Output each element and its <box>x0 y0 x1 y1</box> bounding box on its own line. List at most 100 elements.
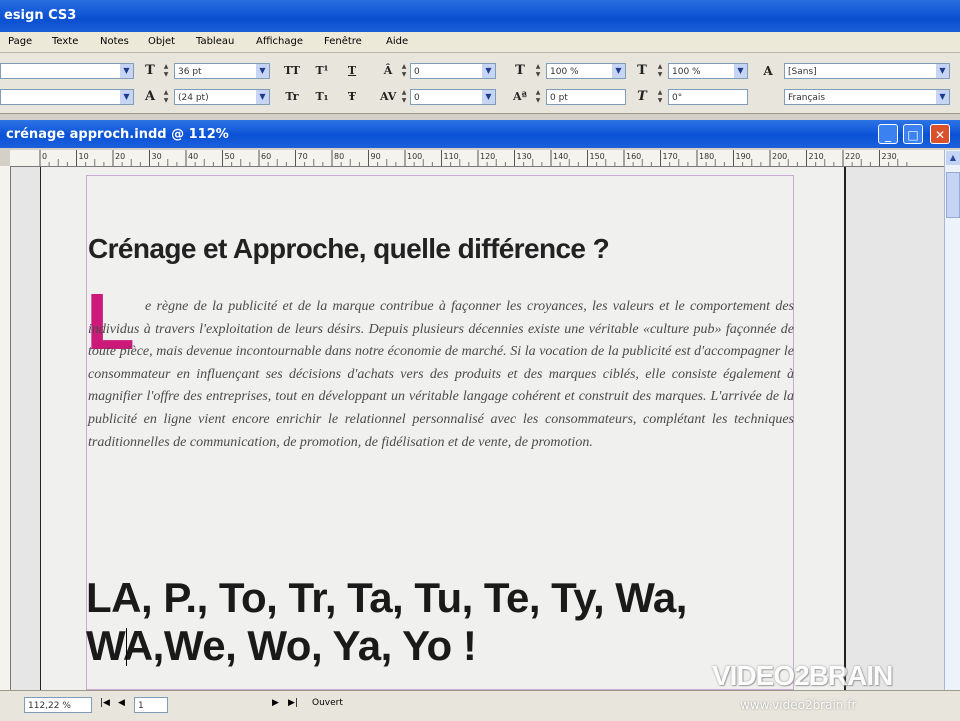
menu-bar: Page Texte Notes Objet Tableau Affichage… <box>0 32 960 53</box>
app-title-bar: esign CS3 <box>0 0 960 32</box>
strikethrough-icon[interactable]: Ŧ <box>344 89 360 105</box>
chevron-down-icon[interactable]: ▼ <box>256 64 269 78</box>
ruler-label: 50 <box>225 152 235 161</box>
ruler-label: 160 <box>626 152 641 161</box>
menu-page[interactable]: Page <box>8 36 32 47</box>
horizontal-ruler[interactable]: 0 10 20 30 40 50 60 70 80 90 100 110 120 130 140 150 160… <box>10 150 945 167</box>
language-value: Français <box>788 93 826 103</box>
tracking-value: 0 <box>414 93 420 103</box>
scroll-up-icon[interactable]: ▲ <box>946 151 960 165</box>
next-page-icon[interactable]: ▶ <box>272 698 279 708</box>
ruler-label: 220 <box>845 152 860 161</box>
subscript-icon[interactable]: T₁ <box>314 89 330 105</box>
first-page-icon[interactable]: |◀ <box>100 698 110 708</box>
kerning-icon: Â <box>383 64 393 77</box>
page-field[interactable]: 1 <box>134 697 168 713</box>
baseline-shift-field[interactable]: 0 pt <box>546 89 626 105</box>
menu-fenetre[interactable]: Fenêtre <box>324 36 362 47</box>
menu-texte[interactable]: Texte <box>52 36 78 47</box>
text-cursor <box>126 628 127 666</box>
spinner-icon[interactable]: ▲ ▼ <box>162 89 170 105</box>
ruler-label: 230 <box>882 152 897 161</box>
ruler-label: 60 <box>261 152 271 161</box>
chevron-down-icon[interactable]: ▼ <box>120 90 133 104</box>
ruler-label: 130 <box>517 152 532 161</box>
underline-icon[interactable]: T <box>344 63 360 79</box>
kerning-sample[interactable]: LA, P., To, Tr, Ta, Tu, Te, Ty, Wa, WA,W… <box>86 574 687 670</box>
ruler-label: 10 <box>79 152 89 161</box>
spinner-icon[interactable]: ▲ ▼ <box>400 63 408 79</box>
ruler-label: 80 <box>334 152 344 161</box>
vertical-scale-value: 100 % <box>550 67 579 77</box>
vertical-ruler[interactable] <box>0 166 11 690</box>
spinner-icon[interactable]: ▲ ▼ <box>656 63 664 79</box>
font-size-icon: T <box>145 63 155 78</box>
leading-field[interactable]: (24 pt) ▼ <box>174 89 270 105</box>
menu-objet[interactable]: Objet <box>148 36 175 47</box>
spinner-icon[interactable]: ▲ ▼ <box>534 63 542 79</box>
document-title: crénage approch.indd @ 112% <box>6 127 229 142</box>
ruler-label: 210 <box>809 152 824 161</box>
superscript-icon[interactable]: T¹ <box>314 63 330 79</box>
maximize-icon[interactable]: □ <box>903 124 923 144</box>
tracking-field[interactable]: 0 ▼ <box>410 89 496 105</box>
skew-value: 0° <box>672 93 683 103</box>
ruler-label: 200 <box>772 152 787 161</box>
skew-field[interactable]: 0° <box>668 89 748 105</box>
chevron-down-icon[interactable]: ▼ <box>482 64 495 78</box>
menu-aide[interactable]: Aide <box>386 36 408 47</box>
horizontal-scale-field[interactable]: 100 % ▼ <box>668 63 748 79</box>
chevron-down-icon[interactable]: ▼ <box>612 64 625 78</box>
ruler-label: 40 <box>188 152 198 161</box>
chevron-down-icon[interactable]: ▼ <box>120 64 133 78</box>
baseline-shift-value: 0 pt <box>550 93 568 103</box>
kerning-value: 0 <box>414 67 420 77</box>
ruler-label: 170 <box>663 152 678 161</box>
ruler-label: 110 <box>444 152 459 161</box>
font-family-field[interactable]: ▼ <box>0 63 134 79</box>
spinner-icon[interactable]: ▲ ▼ <box>534 89 542 105</box>
menu-affichage[interactable]: Affichage <box>256 36 303 47</box>
spinner-icon[interactable]: ▲ ▼ <box>162 63 170 79</box>
chevron-down-icon[interactable]: ▼ <box>936 90 949 104</box>
kerning-line-1: LA, P., To, Tr, Ta, Tu, Te, Ty, Wa, <box>86 574 687 621</box>
chevron-down-icon[interactable]: ▼ <box>482 90 495 104</box>
character-style-field[interactable]: [Sans] ▼ <box>784 63 950 79</box>
article-heading[interactable]: Crénage et Approche, quelle différence ? <box>88 233 610 265</box>
zoom-field[interactable]: 112,22 % <box>24 697 92 713</box>
all-caps-icon[interactable]: TT <box>284 63 300 79</box>
watermark-logo: VIDEO2BRAIN <box>712 660 893 691</box>
ruler-label: 70 <box>298 152 308 161</box>
last-page-icon[interactable]: ▶| <box>288 698 298 708</box>
ruler-label: 30 <box>152 152 162 161</box>
font-size-value: 36 pt <box>178 67 202 77</box>
chevron-down-icon[interactable]: ▼ <box>936 64 949 78</box>
small-caps-icon[interactable]: Tr <box>284 89 300 105</box>
font-style-field[interactable]: ▼ <box>0 89 134 105</box>
menu-tableau[interactable]: Tableau <box>196 36 234 47</box>
spinner-icon[interactable]: ▲ ▼ <box>400 89 408 105</box>
font-size-field[interactable]: 36 pt ▼ <box>174 63 270 79</box>
app-title: esign CS3 <box>4 8 77 23</box>
vertical-scrollbar[interactable]: ▲ <box>944 150 960 690</box>
chevron-down-icon[interactable]: ▼ <box>734 64 747 78</box>
kerning-field[interactable]: 0 ▼ <box>410 63 496 79</box>
scroll-thumb[interactable] <box>946 172 960 218</box>
vertical-scale-field[interactable]: 100 % ▼ <box>546 63 626 79</box>
status-text: Ouvert <box>312 698 343 708</box>
baseline-shift-icon: Aª <box>513 90 527 103</box>
menu-notes[interactable]: Notes <box>100 36 129 47</box>
horizontal-scale-value: 100 % <box>672 67 701 77</box>
language-field[interactable]: Français ▼ <box>784 89 950 105</box>
close-icon[interactable]: ✕ <box>930 124 950 144</box>
zoom-value: 112,22 % <box>28 701 71 711</box>
prev-page-icon[interactable]: ◀ <box>118 698 125 708</box>
page-value: 1 <box>138 701 144 711</box>
ruler-ticks: 0 10 20 30 40 50 60 70 80 90 100 110 120 130 140 150 160… <box>39 150 908 166</box>
spinner-icon[interactable]: ▲ ▼ <box>656 89 664 105</box>
minimize-icon[interactable]: _ <box>878 124 898 144</box>
chevron-down-icon[interactable]: ▼ <box>256 90 269 104</box>
document-title-bar: crénage approch.indd @ 112% _ □ ✕ <box>0 120 960 148</box>
tracking-icon: AV <box>380 90 397 103</box>
body-paragraph[interactable]: e règne de la publicité et de la marque … <box>88 296 794 454</box>
